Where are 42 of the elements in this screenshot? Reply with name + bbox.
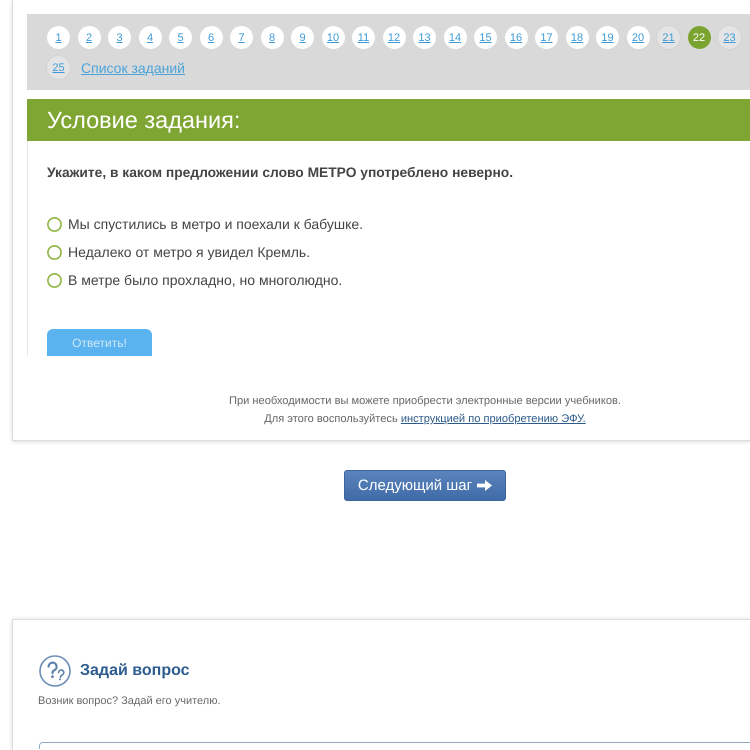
task-number-link[interactable]: 12	[382, 26, 406, 49]
radio-button[interactable]	[47, 216, 62, 232]
task-number-link[interactable]: 22	[688, 26, 710, 49]
task-number-link[interactable]: 4	[138, 26, 162, 49]
notice-text: Для этого воспользуйтесь инструкцией по приобретению ЭФУ.	[264, 412, 586, 427]
task-number-link[interactable]: 15	[474, 26, 497, 49]
radio-button[interactable]	[47, 244, 62, 260]
instruction-link[interactable]: инструкцией по приобретению ЭФУ.	[400, 413, 586, 425]
task-number-link[interactable]: 1	[47, 26, 70, 49]
task-number-link[interactable]: 9	[291, 26, 314, 49]
ask-subtitle: Возник вопрос? Задай его учителю.	[38, 695, 220, 707]
task-number-link[interactable]: 6	[200, 26, 222, 49]
option-label[interactable]: В метре было прохладно, но многолюдно.	[68, 272, 342, 288]
task-number-link[interactable]: 16	[504, 26, 528, 49]
task-number-link[interactable]: 14	[444, 26, 466, 49]
task-number-link[interactable]: 2	[78, 26, 100, 49]
task-number-link[interactable]: 13	[413, 26, 436, 49]
question-marks-icon	[39, 655, 71, 687]
task-number-link[interactable]: 10	[322, 26, 344, 49]
task-number-link[interactable]: 11	[352, 26, 375, 49]
task-number-link[interactable]: 19	[596, 26, 619, 49]
task-number-link[interactable]: 20	[626, 26, 650, 49]
ask-title: Задай вопрос	[80, 662, 190, 680]
task-number-link[interactable]: 3	[108, 26, 131, 49]
option-label[interactable]: Мы спустились в метро и поехали к бабушке.	[68, 216, 364, 232]
arrow-right-icon	[477, 480, 492, 491]
question-text: Укажите, в каком предложении слово МЕТРО употреблено неверно.	[47, 165, 514, 181]
section-heading: Условие задания:	[27, 99, 750, 141]
task-number-link[interactable]: 8	[260, 26, 284, 49]
radio-button[interactable]	[47, 272, 62, 288]
task-number-link[interactable]: 18	[566, 26, 588, 49]
task-number-link[interactable]: 21	[657, 26, 680, 49]
task-number-link[interactable]: 23	[718, 26, 741, 49]
option-label[interactable]: Недалеко от метро я увидел Кремль.	[68, 244, 310, 260]
next-step-button[interactable]: Следующий шаг	[344, 470, 506, 501]
task-number-link[interactable]: 25	[47, 56, 70, 79]
task-number-link[interactable]: 5	[169, 26, 192, 49]
task-number-link[interactable]: 7	[230, 26, 253, 49]
task-number-link[interactable]: 17	[535, 26, 558, 49]
question-input-field[interactable]	[39, 742, 750, 749]
notice-text: При необходимости вы можете приобрести электронные версии учебников.	[228, 394, 622, 409]
task-list-link[interactable]: Список заданий	[81, 60, 186, 76]
